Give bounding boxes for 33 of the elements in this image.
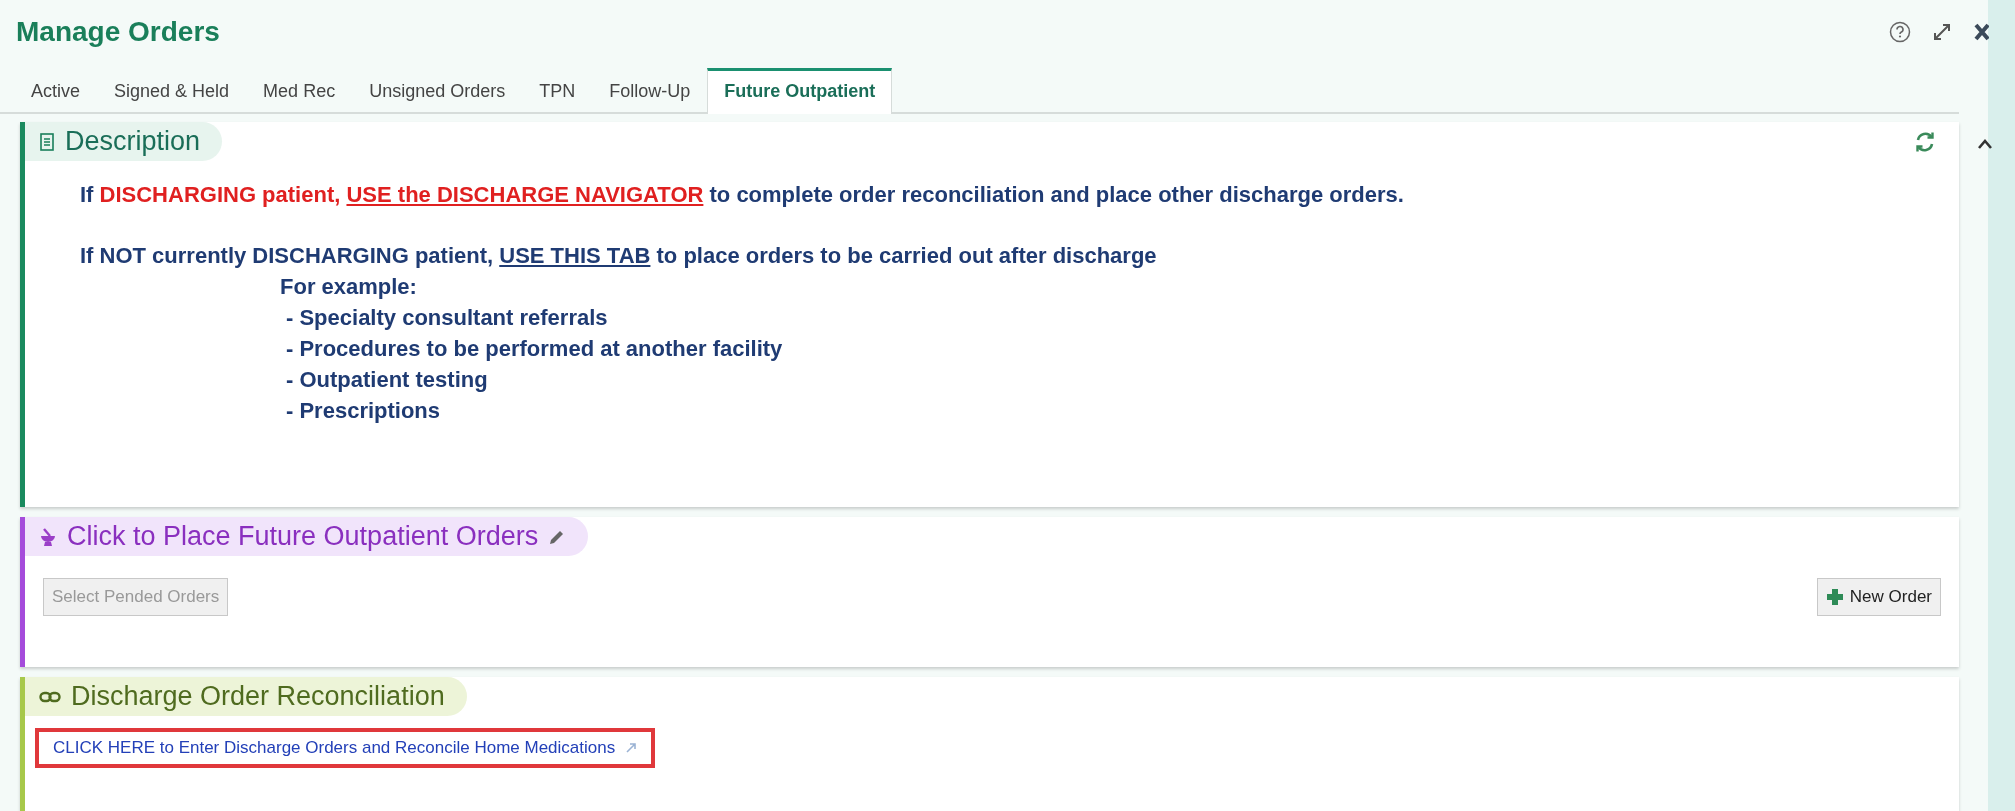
description-link[interactable]: USE THIS TAB (499, 243, 651, 268)
refresh-icon[interactable] (1913, 129, 1937, 154)
description-text: - Procedures to be performed at another facility (285, 335, 784, 363)
section-title: Discharge Order Reconciliation (71, 681, 445, 712)
mortar-pestle-icon (39, 526, 57, 547)
help-icon[interactable] (1889, 21, 1911, 43)
plus-icon (1825, 588, 1844, 606)
document-icon (39, 131, 55, 152)
tab[interactable]: Follow-Up (592, 70, 708, 114)
description-text: For example: (279, 273, 418, 301)
tab[interactable]: Unsigned Orders (352, 70, 523, 114)
caret-up-icon[interactable] (1977, 138, 1993, 150)
scrollbar[interactable] (1977, 0, 2015, 811)
reconcile-link[interactable]: CLICK HERE to Enter Discharge Orders and Reconcile Home Medications (53, 738, 616, 758)
section-title: Click to Place Future Outpatient Orders (67, 521, 539, 552)
tab[interactable]: TPN (522, 70, 593, 114)
description-text: - Outpatient testing (285, 366, 489, 394)
tab[interactable]: Signed & Held (97, 70, 247, 114)
new-order-button[interactable]: New Order (1816, 578, 1941, 616)
tab[interactable]: Med Rec (246, 70, 353, 114)
window-title: Manage Orders (16, 16, 220, 48)
external-link-icon (625, 742, 638, 754)
description-text: - Prescriptions (285, 397, 442, 425)
description-text: If DISCHARGING patient, USE the DISCHARGE NAVIGATOR to complete order reconciliation and place other discharge orders. (80, 181, 1405, 209)
description-text: - Specialty consultant referrals (285, 304, 609, 332)
section-title: Description (65, 126, 201, 157)
description-link[interactable]: USE the DISCHARGE NAVIGATOR (346, 182, 704, 207)
expand-icon[interactable] (1931, 21, 1953, 43)
description-text: If NOT currently DISCHARGING patient, USE THIS TAB to place orders to be carried out after discharge (80, 242, 1158, 270)
tab[interactable]: Active (14, 70, 98, 114)
link-icon (39, 689, 61, 704)
close-icon[interactable] (1973, 21, 1989, 43)
tab[interactable]: Future Outpatient (707, 68, 893, 114)
